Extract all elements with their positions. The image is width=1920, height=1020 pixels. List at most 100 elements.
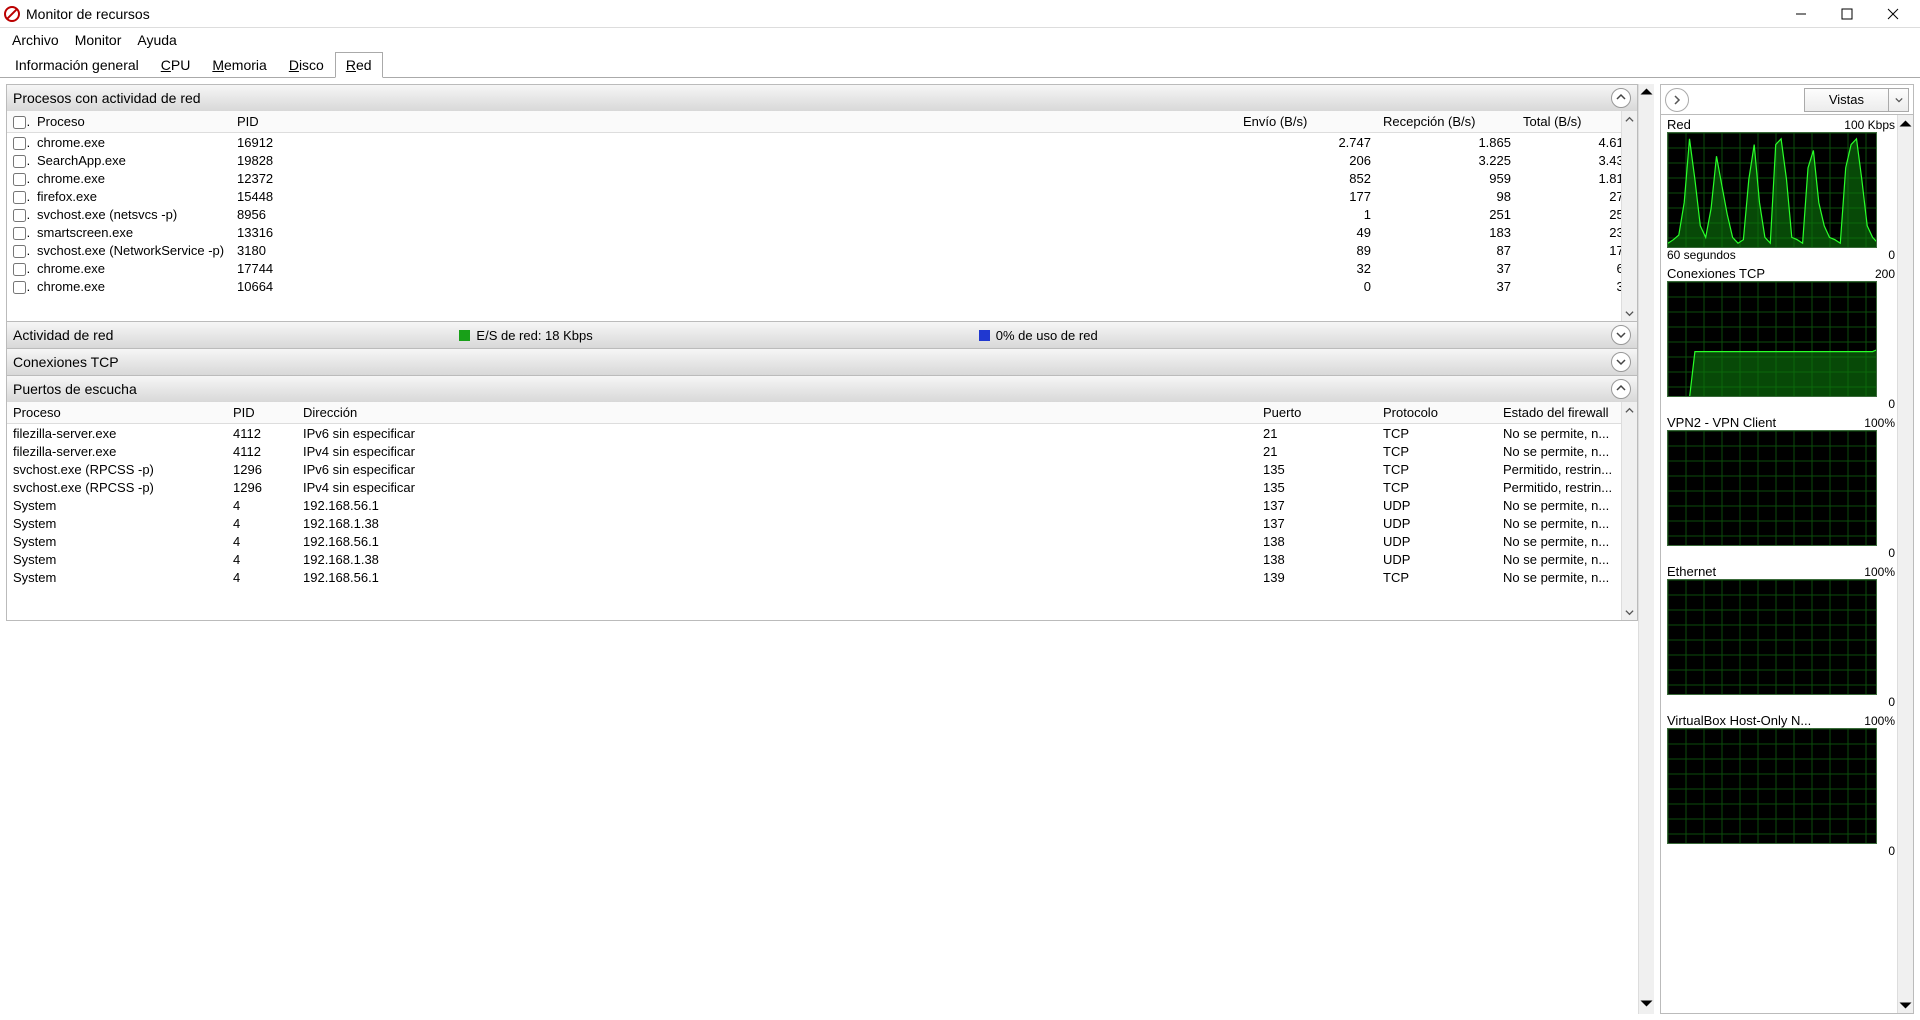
panel-tcp-header[interactable]: Conexiones TCP xyxy=(7,349,1637,375)
table-row[interactable]: filezilla-server.exe4112IPv4 sin especif… xyxy=(7,442,1637,460)
ports-scrollbar[interactable] xyxy=(1621,402,1637,620)
cell-protocolo: TCP xyxy=(1377,568,1497,586)
row-checkbox[interactable] xyxy=(13,173,26,186)
tab-4[interactable]: Red xyxy=(335,52,383,78)
cell-proceso: chrome.exe xyxy=(31,278,231,296)
row-checkbox[interactable] xyxy=(13,263,26,276)
processes-header-row[interactable]: Proceso PID Envío (B/s) Recepción (B/s) … xyxy=(7,111,1637,133)
table-row[interactable]: System4192.168.1.38138UDPNo se permite, … xyxy=(7,550,1637,568)
graph-max: 100% xyxy=(1864,416,1895,430)
left-outer-scrollbar[interactable] xyxy=(1638,84,1654,1014)
cell-proceso: filezilla-server.exe xyxy=(7,424,227,443)
minimize-button[interactable] xyxy=(1778,0,1824,28)
panel-ports-header[interactable]: Puertos de escucha xyxy=(7,376,1637,402)
cell-firewall: No se permite, n... xyxy=(1497,550,1637,568)
pcol-pid[interactable]: PID xyxy=(227,402,297,424)
scroll-up-icon[interactable] xyxy=(1639,84,1654,102)
views-button[interactable]: Vistas xyxy=(1804,88,1909,112)
cell-proceso: System xyxy=(7,550,227,568)
table-row[interactable]: filezilla-server.exe4112IPv6 sin especif… xyxy=(7,424,1637,443)
collapse-ports-button[interactable] xyxy=(1611,379,1631,399)
processes-scrollbar[interactable] xyxy=(1621,111,1637,321)
pcol-protocolo[interactable]: Protocolo xyxy=(1377,402,1497,424)
cell-proceso: svchost.exe (netsvcs -p) xyxy=(31,205,231,223)
tab-1[interactable]: CPU xyxy=(150,52,202,78)
cell-pid: 4 xyxy=(227,550,297,568)
cell-envio: 49 xyxy=(1237,223,1377,241)
graphs-container: Red100 Kbps60 segundos0Conexiones TCP200… xyxy=(1661,115,1913,1013)
cell-direccion: IPv6 sin especificar xyxy=(297,460,1257,478)
table-row[interactable]: chrome.exe17744323769 xyxy=(7,260,1637,278)
views-dropdown-icon[interactable] xyxy=(1888,89,1908,111)
scroll-up-icon[interactable] xyxy=(1898,115,1913,131)
table-row[interactable]: System4192.168.56.1137UDPNo se permite, … xyxy=(7,496,1637,514)
graph-canvas xyxy=(1667,132,1877,248)
ports-header-row[interactable]: Proceso PID Dirección Puerto Protocolo E… xyxy=(7,402,1637,424)
table-row[interactable]: System4192.168.56.1138UDPNo se permite, … xyxy=(7,532,1637,550)
close-button[interactable] xyxy=(1870,0,1916,28)
col-recepcion[interactable]: Recepción (B/s) xyxy=(1377,111,1517,133)
maximize-button[interactable] xyxy=(1824,0,1870,28)
row-checkbox[interactable] xyxy=(13,227,26,240)
table-row[interactable]: svchost.exe (RPCSS -p)1296IPv6 sin espec… xyxy=(7,460,1637,478)
col-pid[interactable]: PID xyxy=(231,111,351,133)
table-row[interactable]: chrome.exe123728529591.810 xyxy=(7,169,1637,187)
expand-tcp-button[interactable] xyxy=(1611,352,1631,372)
table-row[interactable]: chrome.exe1066403737 xyxy=(7,278,1637,296)
sidebar-scrollbar[interactable] xyxy=(1897,115,1913,1013)
row-checkbox[interactable] xyxy=(13,137,26,150)
pcol-proceso[interactable]: Proceso xyxy=(7,402,227,424)
table-row[interactable]: svchost.exe (NetworkService -p)318089871… xyxy=(7,241,1637,259)
row-checkbox[interactable] xyxy=(13,191,26,204)
graph-max: 100 Kbps xyxy=(1844,118,1895,132)
ports-table: Proceso PID Dirección Puerto Protocolo E… xyxy=(7,402,1637,586)
cell-envio: 206 xyxy=(1237,151,1377,169)
views-button-label: Vistas xyxy=(1805,92,1888,107)
graph-max: 100% xyxy=(1864,565,1895,579)
table-row[interactable]: System4192.168.1.38137UDPNo se permite, … xyxy=(7,514,1637,532)
tab-0[interactable]: Información general xyxy=(4,52,150,78)
panel-activity-header[interactable]: Actividad de red E/S de red: 18 Kbps 0% … xyxy=(7,322,1637,348)
main-area: Procesos con actividad de red Proceso PI… xyxy=(0,78,1920,1020)
scroll-up-icon[interactable] xyxy=(1622,402,1637,418)
table-row[interactable]: svchost.exe (RPCSS -p)1296IPv4 sin espec… xyxy=(7,478,1637,496)
panel-tcp-title: Conexiones TCP xyxy=(13,354,119,370)
tab-2[interactable]: Memoria xyxy=(201,52,277,78)
pcol-puerto[interactable]: Puerto xyxy=(1257,402,1377,424)
cell-pid: 8956 xyxy=(231,205,351,223)
table-row[interactable]: smartscreen.exe1331649183232 xyxy=(7,223,1637,241)
cell-pid: 1296 xyxy=(227,460,297,478)
menu-archivo[interactable]: Archivo xyxy=(4,29,67,51)
pcol-direccion[interactable]: Dirección xyxy=(297,402,1257,424)
row-checkbox[interactable] xyxy=(13,155,26,168)
cell-proceso: chrome.exe xyxy=(31,169,231,187)
cell-direccion: 192.168.56.1 xyxy=(297,568,1257,586)
col-total[interactable]: Total (B/s) xyxy=(1517,111,1637,133)
menu-ayuda[interactable]: Ayuda xyxy=(129,29,184,51)
processes-select-all[interactable] xyxy=(13,116,26,129)
scroll-down-icon[interactable] xyxy=(1639,996,1654,1014)
menu-monitor[interactable]: Monitor xyxy=(67,29,130,51)
sidebar-nav-button[interactable] xyxy=(1665,88,1689,112)
tab-3[interactable]: Disco xyxy=(278,52,335,78)
panel-processes-header[interactable]: Procesos con actividad de red xyxy=(7,85,1637,111)
row-checkbox[interactable] xyxy=(13,209,26,222)
table-row[interactable]: firefox.exe1544817798276 xyxy=(7,187,1637,205)
collapse-processes-button[interactable] xyxy=(1611,88,1631,108)
scroll-up-icon[interactable] xyxy=(1622,111,1637,127)
col-envio[interactable]: Envío (B/s) xyxy=(1237,111,1377,133)
pcol-firewall[interactable]: Estado del firewall xyxy=(1497,402,1637,424)
scroll-down-icon[interactable] xyxy=(1622,305,1637,321)
cell-direccion: 192.168.1.38 xyxy=(297,550,1257,568)
col-proceso[interactable]: Proceso xyxy=(31,111,231,133)
table-row[interactable]: chrome.exe169122.7471.8654.612 xyxy=(7,133,1637,152)
table-row[interactable]: SearchApp.exe198282063.2253.431 xyxy=(7,151,1637,169)
row-checkbox[interactable] xyxy=(13,281,26,294)
cell-protocolo: TCP xyxy=(1377,424,1497,443)
table-row[interactable]: System4192.168.56.1139TCPNo se permite, … xyxy=(7,568,1637,586)
scroll-down-icon[interactable] xyxy=(1622,604,1637,620)
table-row[interactable]: svchost.exe (netsvcs -p)89561251252 xyxy=(7,205,1637,223)
expand-activity-button[interactable] xyxy=(1611,325,1631,345)
scroll-down-icon[interactable] xyxy=(1898,997,1913,1013)
row-checkbox[interactable] xyxy=(13,245,26,258)
